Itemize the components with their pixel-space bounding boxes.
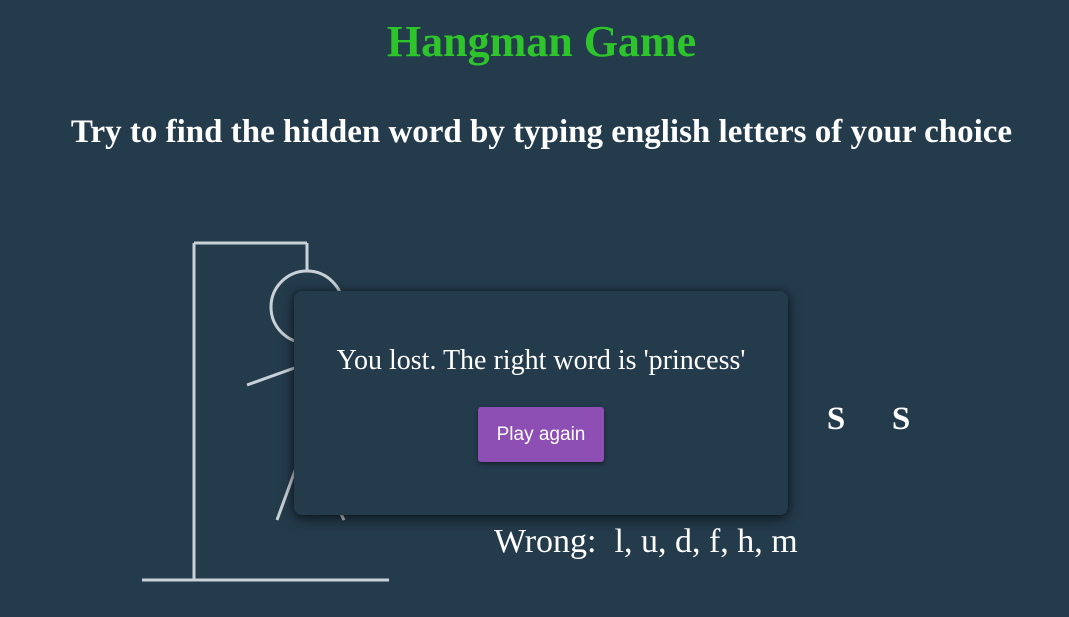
hangman-left-arm (246, 364, 301, 387)
game-screen: Hangman Game Try to find the hidden word… (0, 0, 1069, 617)
word-letter: S (826, 401, 846, 437)
word-letter: S (891, 401, 911, 437)
wrong-letters-label: Wrong: (494, 523, 597, 560)
play-again-button[interactable]: Play again (478, 407, 604, 462)
wrong-letters-list: l, u, d, f, h, m (614, 523, 798, 560)
game-over-popup: You lost. The right word is 'princess' P… (294, 291, 788, 515)
wrong-letters: Wrong: l, u, d, f, h, m (494, 520, 798, 564)
final-message: You lost. The right word is 'princess' (336, 345, 746, 376)
